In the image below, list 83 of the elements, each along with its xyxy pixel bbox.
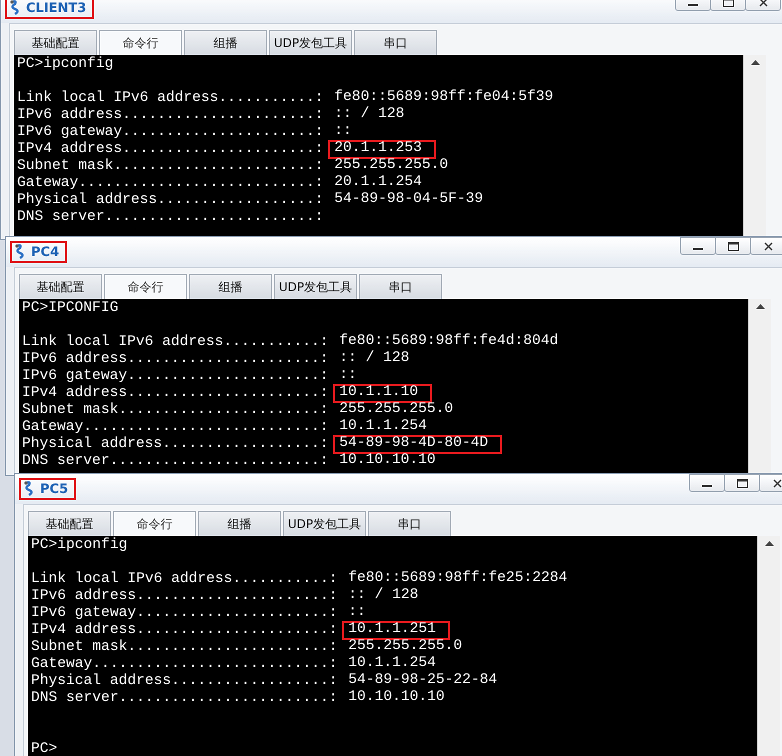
field-value: 255.255.255.0 bbox=[338, 401, 454, 419]
tab[interactable]: UDP发包工具 bbox=[283, 511, 366, 536]
field-label: Gateway...........................: bbox=[31, 656, 339, 673]
maximize-icon bbox=[722, 0, 734, 6]
field-value: 54-89-98-25-22-84 bbox=[347, 672, 498, 690]
field-value: 10.10.10.10 bbox=[338, 452, 437, 470]
field-label: Physical address..................: bbox=[31, 673, 339, 690]
tab[interactable]: 组播 bbox=[198, 511, 281, 536]
close-icon bbox=[764, 242, 772, 250]
field-label: IPv6 address......................: bbox=[22, 351, 330, 368]
field-value: 20.1.1.253 bbox=[328, 140, 436, 159]
field-label: Link local IPv6 address...........: bbox=[17, 90, 325, 107]
scroll-up-icon[interactable] bbox=[756, 303, 764, 309]
minimize-button[interactable] bbox=[689, 474, 725, 492]
tab[interactable]: 串口 bbox=[368, 511, 451, 536]
field-value: 10.1.1.251 bbox=[342, 621, 450, 640]
field-value: 54-89-98-4D-80-4D bbox=[333, 435, 502, 454]
tab[interactable]: 命令行 bbox=[99, 30, 182, 55]
tab[interactable]: 基础配置 bbox=[14, 30, 97, 55]
maximize-button[interactable] bbox=[715, 237, 751, 255]
command-text: PC> bbox=[31, 741, 58, 756]
field-value: :: bbox=[347, 604, 367, 622]
field-value: fe80::5689:98ff:fe4d:804d bbox=[338, 333, 560, 350]
window-title: PC4 bbox=[31, 244, 60, 260]
field-label: Link local IPv6 address...........: bbox=[31, 571, 339, 588]
field-label: Subnet mask.......................: bbox=[17, 158, 325, 175]
tab[interactable]: UDP发包工具 bbox=[274, 274, 357, 299]
command-text: PC>ipconfig bbox=[17, 56, 114, 73]
tab[interactable]: 组播 bbox=[184, 30, 267, 55]
field-label: IPv6 gateway......................: bbox=[17, 124, 325, 141]
field-label: DNS server........................: bbox=[31, 690, 339, 707]
maximize-button[interactable] bbox=[724, 474, 760, 492]
close-icon bbox=[758, 0, 768, 6]
field-label: Gateway...........................: bbox=[22, 419, 330, 436]
field-label: Subnet mask.......................: bbox=[22, 402, 330, 419]
command-text: PC>ipconfig bbox=[31, 537, 128, 554]
field-value: :: / 128 bbox=[333, 106, 406, 124]
field-value: :: / 128 bbox=[338, 350, 410, 368]
minimize-button[interactable] bbox=[680, 237, 716, 255]
field-label: Link local IPv6 address...........: bbox=[22, 334, 330, 351]
field-value: 255.255.255.0 bbox=[333, 157, 450, 175]
field-value: 10.10.10.10 bbox=[347, 689, 446, 707]
tab[interactable]: 组播 bbox=[189, 274, 272, 299]
field-value: 10.1.1.10 bbox=[333, 384, 432, 403]
scroll-up-icon[interactable] bbox=[750, 59, 760, 65]
field-value: :: bbox=[338, 367, 358, 385]
field-label: DNS server........................: bbox=[22, 453, 330, 470]
field-label: Gateway...........................: bbox=[17, 175, 325, 192]
field-label: Subnet mask.......................: bbox=[31, 639, 339, 656]
close-button[interactable] bbox=[750, 237, 782, 255]
window-title: PC5 bbox=[40, 482, 68, 496]
field-label: IPv6 gateway......................: bbox=[22, 368, 330, 385]
field-label: Physical address..................: bbox=[22, 436, 330, 453]
tab[interactable]: 命令行 bbox=[113, 511, 196, 536]
field-label: Physical address..................: bbox=[17, 192, 325, 209]
tab[interactable]: 基础配置 bbox=[19, 274, 102, 299]
field-value: 10.1.1.254 bbox=[347, 655, 437, 673]
tab[interactable]: UDP发包工具 bbox=[269, 30, 352, 55]
maximize-icon bbox=[728, 242, 738, 250]
maximize-icon bbox=[736, 478, 748, 488]
field-value: 255.255.255.0 bbox=[347, 638, 464, 656]
scroll-up-icon[interactable] bbox=[764, 540, 774, 546]
tab[interactable]: 基础配置 bbox=[28, 511, 111, 536]
field-label: IPv6 gateway......................: bbox=[31, 605, 339, 622]
close-icon bbox=[772, 478, 782, 488]
window-title: CLIENT3 bbox=[26, 0, 86, 16]
field-value: :: bbox=[333, 123, 353, 141]
field-label: IPv4 address......................: bbox=[17, 141, 325, 158]
command-text: PC>IPCONFIG bbox=[22, 300, 118, 317]
field-value: 10.1.1.254 bbox=[338, 418, 428, 436]
field-value: fe80::5689:98ff:fe25:2284 bbox=[347, 570, 568, 587]
tab[interactable]: 命令行 bbox=[104, 274, 187, 299]
field-label: IPv4 address......................: bbox=[22, 385, 330, 402]
field-label: IPv6 address......................: bbox=[31, 588, 339, 605]
field-label: DNS server........................: bbox=[17, 209, 325, 226]
tab[interactable]: 串口 bbox=[359, 274, 442, 299]
field-value: :: / 128 bbox=[347, 587, 420, 605]
field-value: 20.1.1.254 bbox=[333, 174, 423, 192]
field-label: IPv4 address......................: bbox=[31, 622, 339, 639]
field-value: 54-89-98-04-5F-39 bbox=[333, 191, 484, 209]
field-label: IPv6 address......................: bbox=[17, 107, 325, 124]
tab[interactable]: 串口 bbox=[354, 30, 437, 55]
field-value: fe80::5689:98ff:fe04:5f39 bbox=[333, 89, 554, 106]
